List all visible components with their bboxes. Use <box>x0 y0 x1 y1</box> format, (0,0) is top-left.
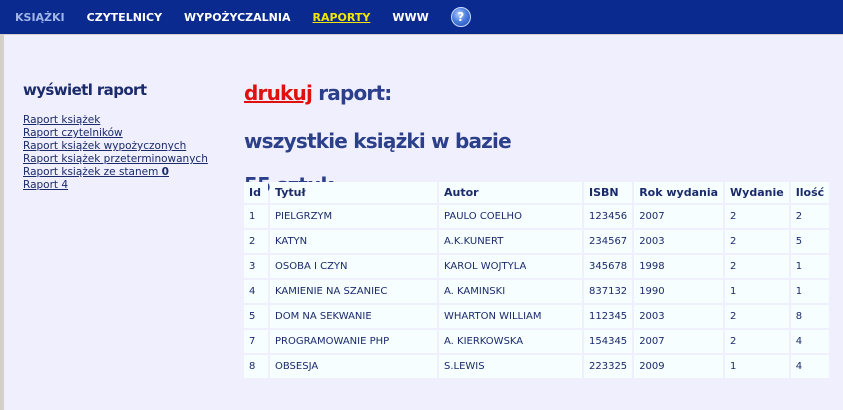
cell-id: 5 <box>244 305 268 328</box>
cell-edition: 2 <box>725 205 789 228</box>
table-row: 7 PROGRAMOWANIE PHP A. KIERKOWSKA 154345 200… <box>244 330 830 353</box>
cell-title: OBSESJA <box>270 355 437 378</box>
cell-author: WHARTON WILLIAM <box>439 305 582 328</box>
report-heading: drukuj raport: <box>244 81 511 105</box>
nav-item-czytelnicy[interactable]: CZYTELNICY <box>87 11 162 24</box>
report-link-zero-stock-label: Raport książek ze stanem <box>23 166 159 178</box>
cell-year: 2009 <box>634 355 724 378</box>
report-heading-suffix: raport: <box>318 81 392 105</box>
cell-author: A.K.KUNERT <box>439 230 582 253</box>
cell-title: KAMIENIE NA SZANIEC <box>270 280 437 303</box>
table-row: 8 OBSESJA S.LEWIS 223325 2009 1 4 <box>244 355 830 378</box>
report-link-list: Raport książek Raport czytelników Raport… <box>23 114 233 192</box>
nav-item-ksiazki[interactable]: KSIĄŻKI <box>15 11 65 24</box>
cell-edition: 2 <box>725 255 789 278</box>
cell-id: 3 <box>244 255 268 278</box>
cell-edition: 2 <box>725 230 789 253</box>
cell-author: KAROL WOJTYLA <box>439 255 582 278</box>
table-row: 5 DOM NA SEKWANIE WHARTON WILLIAM 112345 200… <box>244 305 830 328</box>
cell-quantity: 1 <box>790 280 830 303</box>
column-header-isbn: ISBN <box>584 182 633 203</box>
cell-quantity: 1 <box>790 255 830 278</box>
cell-title: DOM NA SEKWANIE <box>270 305 437 328</box>
cell-title: PROGRAMOWANIE PHP <box>270 330 437 353</box>
cell-isbn: 154345 <box>584 330 633 353</box>
report-link-zero-stock[interactable]: Raport książek ze stanem 0 <box>23 166 233 179</box>
column-header-edition: Wydanie <box>725 182 789 203</box>
report-sidebar: wyświetl raport Raport książek Raport cz… <box>23 81 233 192</box>
cell-author: A. KIERKOWSKA <box>439 330 582 353</box>
table-row: 4 KAMIENIE NA SZANIEC A. KAMINSKI 837132 199… <box>244 280 830 303</box>
report-link-books[interactable]: Raport książek <box>23 114 233 127</box>
sidebar-title: wyświetl raport <box>23 81 147 99</box>
table-header-row: Id Tytuł Autor ISBN Rok wydania Wydanie … <box>244 182 830 203</box>
cell-author: S.LEWIS <box>439 355 582 378</box>
cell-edition: 1 <box>725 280 789 303</box>
cell-year: 2007 <box>634 330 724 353</box>
table-row: 2 KATYN A.K.KUNERT 234567 2003 2 5 <box>244 230 830 253</box>
column-header-year: Rok wydania <box>634 182 724 203</box>
cell-id: 8 <box>244 355 268 378</box>
report-link-overdue[interactable]: Raport książek przeterminowanych <box>23 153 233 166</box>
cell-year: 1998 <box>634 255 724 278</box>
nav-item-raporty[interactable]: RAPORTY <box>313 11 371 24</box>
report-link-borrowed[interactable]: Raport książek wypożyczonych <box>23 140 233 153</box>
report-subtitle: wszystkie książki w bazie <box>244 129 512 153</box>
cell-isbn: 234567 <box>584 230 633 253</box>
cell-quantity: 5 <box>790 230 830 253</box>
cell-quantity: 8 <box>790 305 830 328</box>
cell-id: 1 <box>244 205 268 228</box>
cell-isbn: 837132 <box>584 280 633 303</box>
cell-quantity: 2 <box>790 205 830 228</box>
column-header-id: Id <box>244 182 268 203</box>
cell-title: PIELGRZYM <box>270 205 437 228</box>
cell-quantity: 4 <box>790 355 830 378</box>
table-row: 1 PIELGRZYM PAULO COELHO 123456 2007 2 2 <box>244 205 830 228</box>
column-header-quantity: Ilość <box>790 182 830 203</box>
books-table: Id Tytuł Autor ISBN Rok wydania Wydanie … <box>242 180 831 380</box>
help-icon[interactable]: ? <box>450 7 471 27</box>
top-navigation-bar: KSIĄŻKI CZYTELNICY WYPOŻYCZALNIA RAPORTY… <box>0 0 843 34</box>
cell-id: 4 <box>244 280 268 303</box>
cell-author: A. KAMINSKI <box>439 280 582 303</box>
nav-item-www[interactable]: WWW <box>392 11 428 24</box>
report-link-readers[interactable]: Raport czytelników <box>23 127 233 140</box>
cell-id: 7 <box>244 330 268 353</box>
cell-year: 2003 <box>634 305 724 328</box>
column-header-author: Autor <box>439 182 582 203</box>
cell-isbn: 223325 <box>584 355 633 378</box>
cell-title: OSOBA I CZYN <box>270 255 437 278</box>
table-row: 3 OSOBA I CZYN KAROL WOJTYLA 345678 1998 2 1 <box>244 255 830 278</box>
cell-isbn: 123456 <box>584 205 633 228</box>
cell-year: 2007 <box>634 205 724 228</box>
cell-quantity: 4 <box>790 330 830 353</box>
cell-edition: 2 <box>725 305 789 328</box>
cell-isbn: 345678 <box>584 255 633 278</box>
cell-year: 2003 <box>634 230 724 253</box>
nav-item-wypozyczalnia[interactable]: WYPOŻYCZALNIA <box>184 11 290 24</box>
cell-author: PAULO COELHO <box>439 205 582 228</box>
column-header-title: Tytuł <box>270 182 437 203</box>
report-link-zero-stock-value: 0 <box>161 166 169 178</box>
table-body: 1 PIELGRZYM PAULO COELHO 123456 2007 2 2 2 KATYN… <box>244 205 830 378</box>
print-link[interactable]: drukuj <box>244 81 313 105</box>
cell-year: 1990 <box>634 280 724 303</box>
report-link-4[interactable]: Raport 4 <box>23 179 233 192</box>
cell-edition: 1 <box>725 355 789 378</box>
cell-title: KATYN <box>270 230 437 253</box>
cell-edition: 2 <box>725 330 789 353</box>
cell-isbn: 112345 <box>584 305 633 328</box>
cell-id: 2 <box>244 230 268 253</box>
